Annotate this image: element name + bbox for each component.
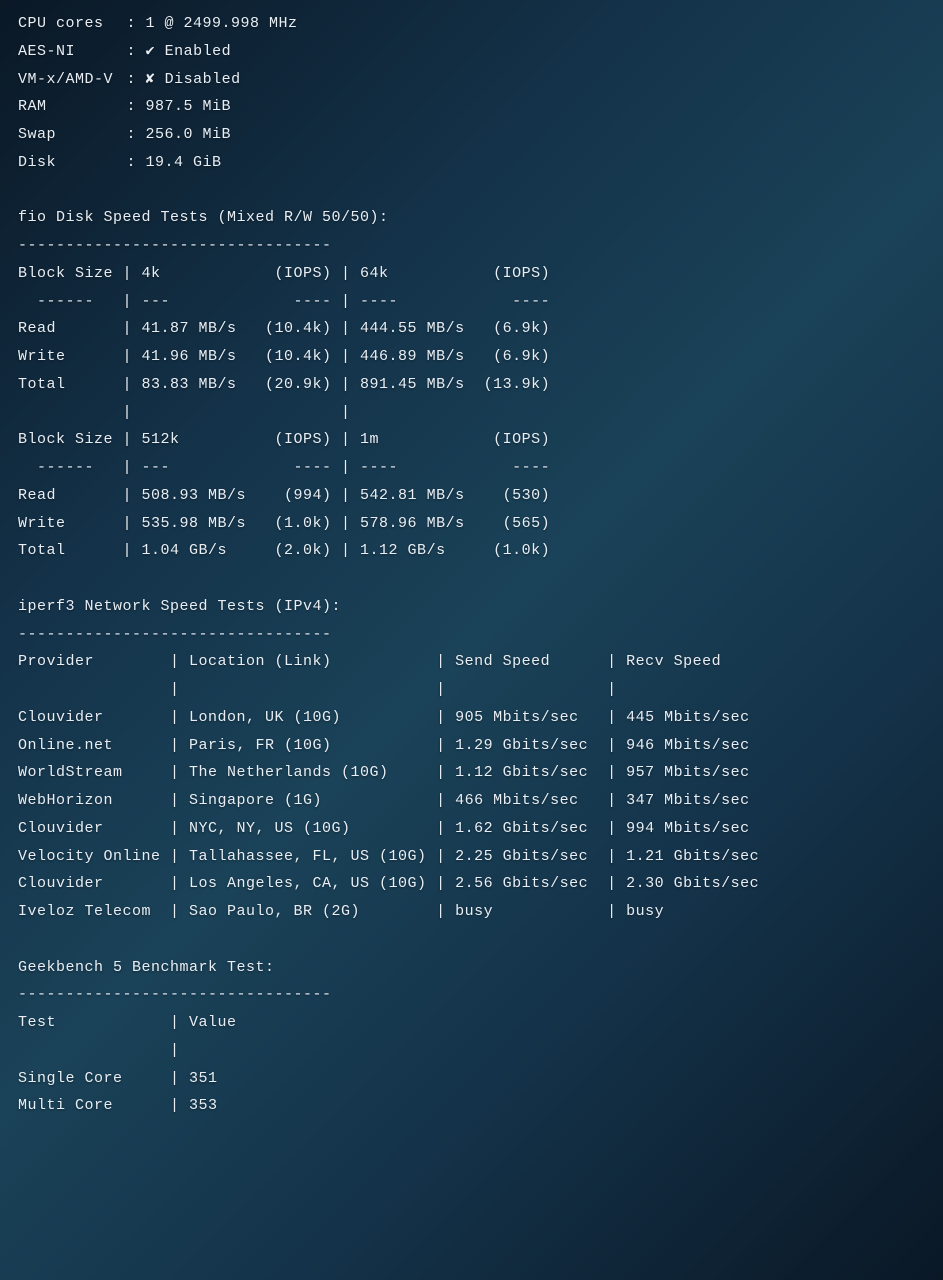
iperf-blank-row: | | | — [18, 676, 925, 704]
fio-header-row: Block Size | 512k (IOPS) | 1m (IOPS) — [18, 426, 925, 454]
fio-data-row: Write | 535.98 MB/s (1.0k) | 578.96 MB/s… — [18, 510, 925, 538]
iperf-data-row: Online.net | Paris, FR (10G) | 1.29 Gbit… — [18, 732, 925, 760]
gb-single-row: Single Core | 351 — [18, 1065, 925, 1093]
disk-row: Disk : 19.4 GiB — [18, 149, 925, 177]
swap-value: 256.0 MiB — [146, 126, 232, 143]
disk-label: Disk — [18, 149, 117, 177]
iperf-data-row: WorldStream | The Netherlands (10G) | 1.… — [18, 759, 925, 787]
swap-label: Swap — [18, 121, 117, 149]
gb-blank-row: | — [18, 1037, 925, 1065]
check-icon: ✔ — [146, 38, 156, 66]
fio-data-row: Read | 41.87 MB/s (10.4k) | 444.55 MB/s … — [18, 315, 925, 343]
aes-ni-value: Enabled — [165, 43, 232, 60]
vmx-label: VM-x/AMD-V — [18, 66, 117, 94]
cpu-cores-value: 1 @ 2499.998 MHz — [146, 15, 298, 32]
cross-icon: ✘ — [146, 66, 156, 94]
iperf-data-row: Velocity Online | Tallahassee, FL, US (1… — [18, 843, 925, 871]
fio-header-row: Block Size | 4k (IOPS) | 64k (IOPS) — [18, 260, 925, 288]
aes-ni-label: AES-NI — [18, 38, 117, 66]
fio-gap-row: | | — [18, 399, 925, 427]
fio-dashes: --------------------------------- — [18, 232, 925, 260]
iperf-data-row: Clouvider | Los Angeles, CA, US (10G) | … — [18, 870, 925, 898]
fio-subdash-row: ------ | --- ---- | ---- ---- — [18, 288, 925, 316]
fio-data-row: Total | 1.04 GB/s (2.0k) | 1.12 GB/s (1.… — [18, 537, 925, 565]
iperf-title: iperf3 Network Speed Tests (IPv4): — [18, 593, 925, 621]
vmx-row: VM-x/AMD-V : ✘ Disabled — [18, 66, 925, 94]
gb-multi-row: Multi Core | 353 — [18, 1092, 925, 1120]
vmx-value: Disabled — [165, 71, 241, 88]
geekbench-title: Geekbench 5 Benchmark Test: — [18, 954, 925, 982]
fio-subdash-row: ------ | --- ---- | ---- ---- — [18, 454, 925, 482]
cpu-cores-row: CPU cores : 1 @ 2499.998 MHz — [18, 10, 925, 38]
disk-value: 19.4 GiB — [146, 154, 222, 171]
swap-row: Swap : 256.0 MiB — [18, 121, 925, 149]
aes-ni-row: AES-NI : ✔ Enabled — [18, 38, 925, 66]
iperf-data-row: WebHorizon | Singapore (1G) | 466 Mbits/… — [18, 787, 925, 815]
iperf-data-row: Iveloz Telecom | Sao Paulo, BR (2G) | bu… — [18, 898, 925, 926]
cpu-cores-label: CPU cores — [18, 10, 117, 38]
gb-header-row: Test | Value — [18, 1009, 925, 1037]
iperf-header-row: Provider | Location (Link) | Send Speed … — [18, 648, 925, 676]
fio-title: fio Disk Speed Tests (Mixed R/W 50/50): — [18, 204, 925, 232]
iperf-data-row: Clouvider | London, UK (10G) | 905 Mbits… — [18, 704, 925, 732]
fio-data-row: Total | 83.83 MB/s (20.9k) | 891.45 MB/s… — [18, 371, 925, 399]
ram-row: RAM : 987.5 MiB — [18, 93, 925, 121]
iperf-data-row: Clouvider | NYC, NY, US (10G) | 1.62 Gbi… — [18, 815, 925, 843]
fio-data-row: Read | 508.93 MB/s (994) | 542.81 MB/s (… — [18, 482, 925, 510]
ram-value: 987.5 MiB — [146, 98, 232, 115]
iperf-dashes: --------------------------------- — [18, 621, 925, 649]
ram-label: RAM — [18, 93, 117, 121]
fio-data-row: Write | 41.96 MB/s (10.4k) | 446.89 MB/s… — [18, 343, 925, 371]
geekbench-dashes: --------------------------------- — [18, 981, 925, 1009]
